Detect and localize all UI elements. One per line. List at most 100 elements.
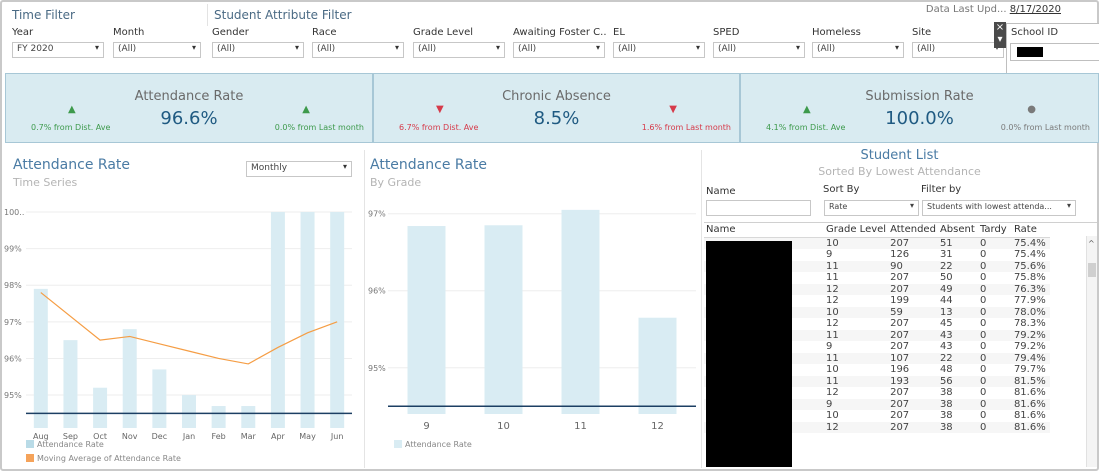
x-tick-label: Jun bbox=[330, 432, 344, 441]
filter-label-3: Race bbox=[312, 27, 337, 38]
cell-attended: 207 bbox=[888, 329, 938, 341]
bar-may[interactable] bbox=[300, 212, 315, 428]
cell-grade: 12 bbox=[826, 295, 839, 306]
legend-grade-attendance: Attendance Rate bbox=[394, 440, 472, 449]
cell-absent: 43 bbox=[937, 329, 978, 341]
filter-select-2[interactable]: (All) ▾ bbox=[212, 42, 304, 58]
cell-rate: 81.6% bbox=[1011, 421, 1050, 433]
bar-aug[interactable] bbox=[33, 288, 48, 428]
cell-tardy: 0 bbox=[977, 375, 1012, 387]
close-filter-icon[interactable]: × ▾ bbox=[994, 22, 1006, 48]
scroll-up-icon[interactable]: ^ bbox=[1088, 239, 1095, 248]
column-header[interactable]: Grade Level bbox=[824, 223, 889, 238]
filter-value: (All) bbox=[618, 44, 637, 54]
cell-tardy: 0 bbox=[977, 283, 1012, 295]
filter-value: (All) bbox=[718, 44, 737, 54]
cell-absent: 38 bbox=[937, 421, 978, 433]
filter-label-8: Homeless bbox=[812, 27, 861, 38]
cell-rate: 79.7% bbox=[1013, 364, 1046, 375]
cell-attended: 207 bbox=[888, 283, 938, 295]
legend-swatch-bar bbox=[26, 440, 34, 448]
filter-select-7[interactable]: (All) ▾ bbox=[713, 42, 805, 58]
filter-select-3[interactable]: (All) ▾ bbox=[312, 42, 404, 58]
y-tick-label: 98% bbox=[4, 281, 22, 290]
cell-tardy: 0 bbox=[977, 237, 1012, 249]
column-header[interactable]: Attended bbox=[888, 223, 938, 238]
cell-attended: 107 bbox=[888, 352, 938, 364]
bar-sep[interactable] bbox=[63, 340, 78, 428]
bar-grade-10[interactable] bbox=[484, 225, 523, 414]
panel-divider bbox=[701, 150, 702, 468]
column-header[interactable]: Tardy bbox=[977, 223, 1012, 238]
kpi-left-note: 0.7% from Dist. Ave bbox=[31, 123, 111, 132]
bar-jun[interactable] bbox=[330, 212, 345, 428]
bar-grade-9[interactable] bbox=[407, 226, 446, 414]
cell-absent: 56 bbox=[937, 375, 978, 387]
cell-grade: 10 bbox=[824, 237, 889, 249]
cell-attended: 196 bbox=[890, 364, 910, 375]
chevron-down-icon: ▾ bbox=[342, 162, 347, 171]
y-tick-label: 96% bbox=[368, 287, 386, 296]
chevron-down-icon: ▾ bbox=[909, 201, 914, 210]
cell-rate: 75.4% bbox=[1013, 249, 1046, 260]
column-header[interactable]: Rate bbox=[1011, 223, 1050, 238]
school-id-input[interactable] bbox=[1010, 43, 1099, 61]
bar-apr[interactable] bbox=[270, 212, 285, 428]
cell-grade: 10 bbox=[824, 306, 889, 318]
cell-grade: 9 bbox=[826, 341, 833, 352]
filter-select-4[interactable]: (All) ▾ bbox=[413, 42, 505, 58]
x-tick-label: 12 bbox=[651, 421, 664, 432]
bar-mar[interactable] bbox=[241, 406, 256, 428]
filter-value: (All) bbox=[418, 44, 437, 54]
cell-rate: 75.8% bbox=[1013, 272, 1046, 283]
bar-dec[interactable] bbox=[152, 369, 167, 428]
sort-by-label: Sort By bbox=[823, 184, 860, 195]
chevron-down-icon: ▾ bbox=[1066, 201, 1071, 210]
filter-select-5[interactable]: (All) ▾ bbox=[513, 42, 605, 58]
name-search-input[interactable] bbox=[706, 200, 811, 216]
kpi-title: Submission Rate bbox=[865, 89, 974, 104]
cell-rate: 77.9% bbox=[1013, 295, 1046, 306]
school-id-filter[interactable]: School ID bbox=[1006, 23, 1099, 77]
filter-select-1[interactable]: (All) ▾ bbox=[113, 42, 201, 58]
cell-rate: 81.6% bbox=[1013, 387, 1046, 398]
filter-select-6[interactable]: (All) ▾ bbox=[613, 42, 705, 58]
cell-rate: 75.4% bbox=[1011, 237, 1050, 249]
kpi-left-note: 6.7% from Dist. Ave bbox=[399, 123, 479, 132]
cell-attended: 207 bbox=[890, 387, 910, 398]
time-series-title: Attendance Rate bbox=[13, 157, 130, 173]
bar-jan[interactable] bbox=[182, 395, 196, 428]
filter-select-8[interactable]: (All) ▾ bbox=[812, 42, 904, 58]
filter-by-select[interactable]: Students with lowest attenda... ▾ bbox=[922, 200, 1076, 216]
cell-attended: 207 bbox=[890, 272, 910, 283]
sort-by-select[interactable]: Rate ▾ bbox=[824, 200, 919, 216]
scroll-thumb[interactable] bbox=[1088, 263, 1096, 277]
legend-swatch-line bbox=[26, 454, 34, 462]
table-scrollbar[interactable]: ^ bbox=[1086, 236, 1097, 467]
bar-oct[interactable] bbox=[93, 387, 108, 428]
legend-swatch-bar bbox=[394, 440, 402, 448]
trend-neutral-icon: ● bbox=[1027, 104, 1036, 115]
kpi-card-chronic-absence: Chronic Absence 8.5% ▼ 6.7% from Dist. Ave ▼… bbox=[373, 73, 740, 143]
filter-select-0[interactable]: FY 2020 ▾ bbox=[12, 42, 104, 58]
cell-absent: 38 bbox=[937, 398, 978, 410]
x-tick-label: 10 bbox=[497, 421, 510, 432]
bar-feb[interactable] bbox=[211, 406, 226, 428]
filter-value: (All) bbox=[317, 44, 336, 54]
kpi-title: Chronic Absence bbox=[502, 89, 611, 104]
bar-grade-11[interactable] bbox=[561, 209, 600, 414]
cell-grade: 11 bbox=[824, 352, 889, 364]
cell-grade: 11 bbox=[824, 329, 889, 341]
column-header[interactable]: Absent bbox=[937, 223, 978, 238]
cell-rate: 79.2% bbox=[1011, 329, 1050, 341]
cell-absent: 31 bbox=[939, 249, 953, 260]
period-select[interactable]: Monthly ▾ bbox=[246, 161, 352, 177]
bar-grade-12[interactable] bbox=[638, 317, 677, 414]
column-header[interactable]: Name bbox=[704, 223, 824, 238]
time-series-chart: 95%96%97%98%99%100..Aug Sep Oct Nov Dec Jan Fe… bbox=[4, 208, 352, 441]
filter-value: (All) bbox=[518, 44, 537, 54]
cell-absent: 38 bbox=[939, 387, 953, 398]
x-tick-label: Mar bbox=[241, 432, 257, 441]
student-list-subtitle: Sorted By Lowest Attendance bbox=[818, 165, 981, 178]
filter-select-9[interactable]: (All)▾ bbox=[912, 42, 1004, 58]
